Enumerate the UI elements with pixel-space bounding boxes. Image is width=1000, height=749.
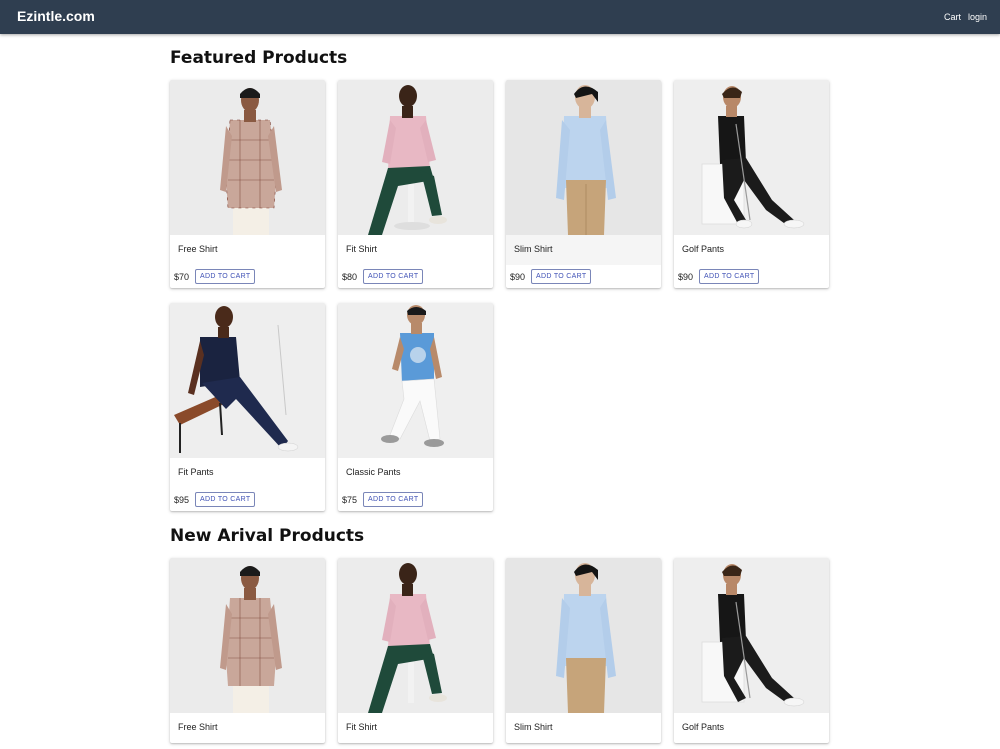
- product-image[interactable]: [170, 80, 325, 235]
- product-image[interactable]: [170, 558, 325, 713]
- product-name[interactable]: Fit Pants: [178, 467, 214, 477]
- product-card: Golf Pants: [674, 558, 829, 743]
- product-card: Classic Pants $75 ADD TO CART: [338, 303, 493, 511]
- product-name[interactable]: Fit Shirt: [346, 244, 377, 254]
- product-card: Slim Shirt: [506, 558, 661, 743]
- product-price: $75: [342, 494, 358, 505]
- product-image[interactable]: [338, 303, 493, 458]
- product-price: $95: [174, 494, 190, 505]
- model-light-blue-shirt-image: [506, 80, 661, 235]
- product-card: Fit Shirt: [338, 558, 493, 743]
- new-arrival-section-title: New Arival Products: [170, 526, 365, 546]
- top-navbar: Ezintle.com Cart login: [0, 0, 1000, 34]
- product-name[interactable]: Classic Pants: [346, 467, 401, 477]
- product-price: $80: [342, 271, 358, 282]
- model-black-golf-image: [674, 558, 829, 713]
- product-name[interactable]: Fit Shirt: [346, 722, 377, 732]
- add-to-cart-button[interactable]: ADD TO CART: [363, 269, 424, 284]
- product-name[interactable]: Golf Pants: [682, 244, 724, 254]
- product-price: $90: [678, 271, 694, 282]
- model-plaid-shirt-image: [170, 558, 325, 713]
- product-image[interactable]: [506, 558, 661, 713]
- product-image[interactable]: [674, 558, 829, 713]
- product-image[interactable]: [170, 303, 325, 458]
- add-to-cart-button[interactable]: ADD TO CART: [195, 269, 256, 284]
- product-price: $70: [174, 271, 190, 282]
- model-navy-bench-image: [170, 303, 325, 458]
- model-pink-shirt-seated-image: [338, 80, 493, 235]
- model-black-golf-image: [674, 80, 829, 235]
- product-card: Slim Shirt $90 ADD TO CART: [506, 80, 661, 288]
- product-image[interactable]: [338, 558, 493, 713]
- model-plaid-shirt-image: [170, 80, 325, 235]
- product-image[interactable]: [506, 80, 661, 235]
- add-to-cart-button[interactable]: ADD TO CART: [699, 269, 760, 284]
- product-name[interactable]: Free Shirt: [178, 722, 218, 732]
- product-image[interactable]: [338, 80, 493, 235]
- model-blue-tee-walking-image: [338, 303, 493, 458]
- nav-links: Cart login: [944, 12, 987, 22]
- nav-cart-link[interactable]: Cart: [944, 12, 961, 22]
- add-to-cart-button[interactable]: ADD TO CART: [531, 269, 592, 284]
- product-card: Fit Pants $95 ADD TO CART: [170, 303, 325, 511]
- product-name[interactable]: Slim Shirt: [514, 244, 553, 254]
- add-to-cart-button[interactable]: ADD TO CART: [195, 492, 256, 507]
- model-light-blue-shirt-image: [506, 558, 661, 713]
- product-card: Golf Pants $90 ADD TO CART: [674, 80, 829, 288]
- product-name[interactable]: Slim Shirt: [514, 722, 553, 732]
- product-name[interactable]: Free Shirt: [178, 244, 218, 254]
- add-to-cart-button[interactable]: ADD TO CART: [363, 492, 424, 507]
- product-card: Free Shirt: [170, 558, 325, 743]
- product-image[interactable]: [674, 80, 829, 235]
- product-price: $90: [510, 271, 526, 282]
- nav-login-link[interactable]: login: [968, 12, 987, 22]
- featured-section-title: Featured Products: [170, 48, 348, 68]
- product-card: Fit Shirt $80 ADD TO CART: [338, 80, 493, 288]
- product-name[interactable]: Golf Pants: [682, 722, 724, 732]
- brand-logo-link[interactable]: Ezintle.com: [17, 8, 95, 24]
- product-card: Free Shirt $70 ADD TO CART: [170, 80, 325, 288]
- model-pink-shirt-seated-image: [338, 558, 493, 713]
